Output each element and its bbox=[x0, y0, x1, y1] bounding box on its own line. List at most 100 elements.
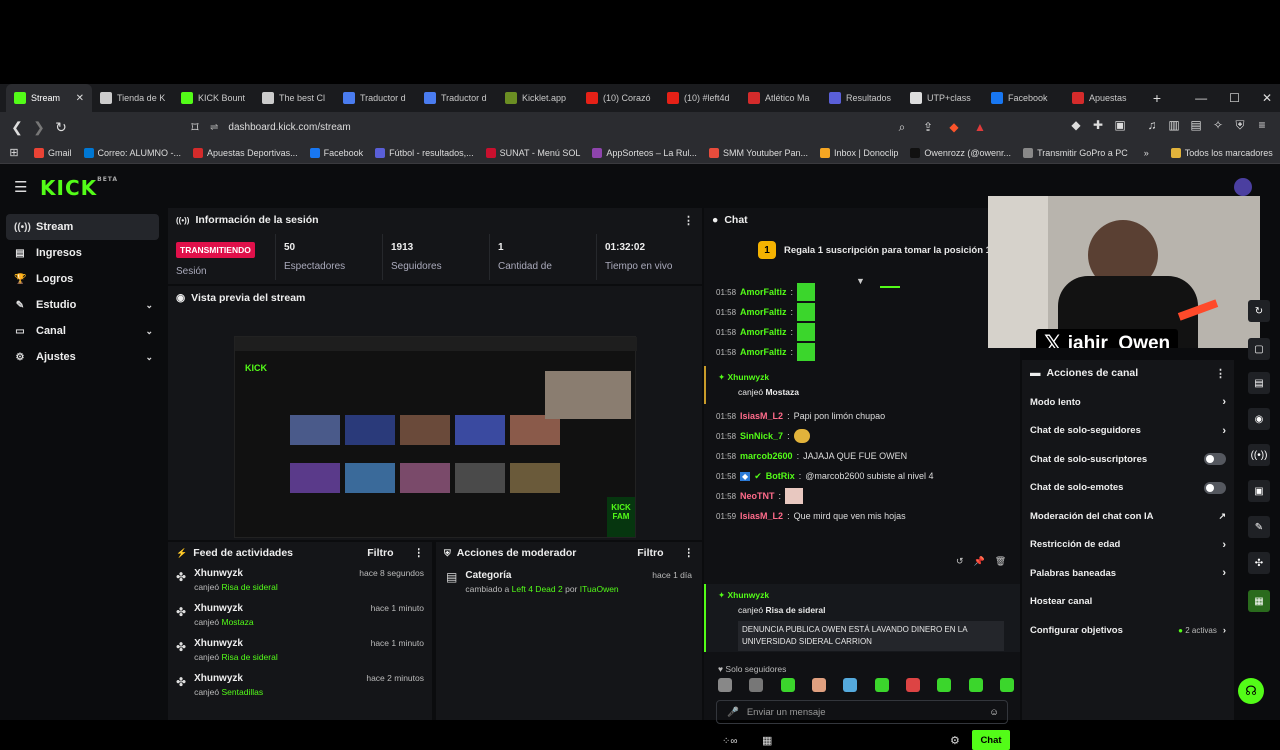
mod-filter-button[interactable]: Filtro bbox=[637, 547, 663, 559]
browser-tab[interactable]: The best Cl bbox=[254, 84, 335, 112]
channel-action-item[interactable]: Chat de solo-emotes bbox=[1022, 474, 1234, 503]
chat-username[interactable]: IsiasM_L2 bbox=[740, 411, 783, 421]
browser-tab[interactable]: Facebook bbox=[983, 84, 1064, 112]
external-link-icon[interactable]: ↗ bbox=[1218, 511, 1226, 522]
feed-user[interactable]: Xhunwyzk bbox=[194, 638, 278, 649]
chat-username[interactable]: AmorFaltiz bbox=[740, 347, 787, 357]
chat-username[interactable]: AmorFaltiz bbox=[740, 287, 787, 297]
chat-username[interactable]: NeoTNT bbox=[740, 491, 775, 501]
chevron-right-icon[interactable]: › bbox=[1223, 625, 1226, 636]
bookmark-item[interactable]: AppSorteos – La Rul... bbox=[586, 147, 703, 158]
browser-tab[interactable]: Kicklet.app bbox=[497, 84, 578, 112]
mic-icon[interactable]: 🎤 bbox=[727, 707, 739, 718]
chevron-down-icon[interactable]: ⌄ bbox=[145, 300, 153, 311]
mod-options-icon[interactable]: ⋮ bbox=[684, 547, 695, 559]
feed-user[interactable]: Xhunwyzk bbox=[194, 568, 278, 579]
emote-icon[interactable] bbox=[905, 678, 920, 692]
stream-preview-video[interactable]: KICK KICK FAM bbox=[234, 336, 637, 538]
zoom-icon[interactable]: ⌕ bbox=[892, 120, 912, 135]
channel-action-item[interactable]: Restricción de edad › bbox=[1022, 531, 1234, 560]
podcast-icon[interactable]: ((•)) bbox=[1248, 444, 1270, 466]
refresh-icon[interactable]: ↻ bbox=[1248, 300, 1270, 322]
forward-icon[interactable]: ❯ bbox=[28, 119, 50, 136]
channel-action-item[interactable]: Modo lento › bbox=[1022, 388, 1234, 417]
emote-icon[interactable] bbox=[811, 678, 826, 692]
emoji-icon[interactable]: ☺ bbox=[989, 707, 999, 718]
sidebar-item-stream[interactable]: ((•)) Stream bbox=[6, 214, 159, 240]
channel-action-item[interactable]: Chat de solo-suscriptores bbox=[1022, 445, 1234, 474]
bookmark-item[interactable]: Facebook bbox=[304, 147, 370, 158]
feed-user[interactable]: Xhunwyzk bbox=[194, 673, 263, 684]
viewers-icon[interactable]: ⁘∞ bbox=[722, 736, 738, 747]
channel-actions-options-icon[interactable]: ⋮ bbox=[1215, 367, 1226, 380]
mod-action-category[interactable]: Left 4 Dead 2 bbox=[512, 584, 563, 594]
close-window-icon[interactable]: ✕ bbox=[1262, 91, 1272, 105]
sidebar-icon[interactable]: ▥ bbox=[1164, 118, 1184, 133]
emote-icon[interactable] bbox=[937, 678, 952, 692]
extension-icon[interactable]: ◆ bbox=[1066, 118, 1086, 133]
chevron-right-icon[interactable]: › bbox=[1222, 567, 1226, 579]
mod-action-user[interactable]: ITuaOwen bbox=[580, 584, 619, 594]
browser-tab[interactable]: Stream ✕ bbox=[6, 84, 92, 112]
music-icon[interactable]: ♫ bbox=[1142, 118, 1162, 133]
chat-username[interactable]: AmorFaltiz bbox=[740, 307, 787, 317]
chat-settings-icon[interactable]: ⚙ bbox=[950, 734, 960, 747]
chevron-down-icon[interactable]: ⌄ bbox=[145, 352, 153, 363]
emote-icon[interactable] bbox=[718, 678, 732, 692]
channel-action-item[interactable]: Hostear canal bbox=[1022, 588, 1234, 617]
note-icon[interactable]: ▤ bbox=[1248, 372, 1270, 394]
emote-icon[interactable] bbox=[749, 678, 764, 692]
share-icon[interactable]: ⇪ bbox=[918, 120, 938, 135]
bookmark-item[interactable]: Apuestas Deportivas... bbox=[187, 147, 304, 158]
send-chat-button[interactable]: Chat bbox=[972, 730, 1010, 750]
brave-rewards-icon[interactable]: ▲ bbox=[970, 120, 990, 135]
browser-tab[interactable]: KICK Bount bbox=[173, 84, 254, 112]
browser-tab[interactable]: Resultados bbox=[821, 84, 902, 112]
settings-icon[interactable]: ✣ bbox=[1248, 552, 1270, 574]
sidebar-item-ingresos[interactable]: ▤ Ingresos bbox=[6, 240, 159, 266]
channel-action-item[interactable]: Chat de solo-seguidores › bbox=[1022, 417, 1234, 446]
bookmark-item[interactable]: Inbox | Donoclip bbox=[814, 147, 904, 158]
avatar[interactable] bbox=[1234, 178, 1252, 196]
puzzle-icon[interactable]: ✚ bbox=[1088, 118, 1108, 133]
bookmark-icon[interactable]: ⌑ bbox=[184, 119, 206, 136]
browser-tab[interactable]: Traductor d bbox=[335, 84, 416, 112]
chat-username[interactable]: SinNick_7 bbox=[740, 431, 783, 441]
browser-tab[interactable]: Traductor d bbox=[416, 84, 497, 112]
emote-icon[interactable] bbox=[968, 678, 983, 692]
feed-user[interactable]: Xhunwyzk bbox=[194, 603, 254, 614]
pin-icon[interactable]: 📌 bbox=[974, 556, 985, 567]
channel-action-item[interactable]: Configurar objetivos ● 2 activas › bbox=[1022, 616, 1234, 645]
maximize-icon[interactable]: ☐ bbox=[1229, 91, 1240, 105]
browser-tab[interactable]: (10) #left4d bbox=[659, 84, 740, 112]
feed-filter-button[interactable]: Filtro bbox=[367, 547, 393, 559]
redeem-user[interactable]: Xhunwyzk bbox=[728, 372, 770, 382]
chat-username[interactable]: IsiasM_L2 bbox=[740, 511, 783, 521]
site-info-icon[interactable]: ⇌ bbox=[210, 122, 218, 133]
store-icon[interactable]: ▦ bbox=[762, 734, 772, 747]
tab-icon[interactable]: ▣ bbox=[1110, 118, 1130, 133]
bookmark-item[interactable]: SUNAT - Menú SOL bbox=[480, 147, 587, 158]
toggle-switch[interactable] bbox=[1204, 453, 1226, 466]
feed-options-icon[interactable]: ⋮ bbox=[414, 547, 425, 559]
session-options-icon[interactable]: ⋮ bbox=[683, 214, 694, 227]
minimize-icon[interactable]: — bbox=[1195, 91, 1207, 105]
chevron-right-icon[interactable]: › bbox=[1222, 425, 1226, 437]
emote-icon[interactable] bbox=[874, 678, 889, 692]
chat-bubble-icon[interactable]: ▢ bbox=[1248, 338, 1270, 360]
screen-icon[interactable]: ▣ bbox=[1248, 480, 1270, 502]
sidebar-item-estudio[interactable]: ✎ Estudio ⌄ bbox=[6, 292, 159, 318]
browser-tab[interactable]: UTP+class bbox=[902, 84, 983, 112]
chat-input[interactable]: 🎤 Enviar un mensaje ☺ bbox=[716, 700, 1008, 724]
tab-close-icon[interactable]: ✕ bbox=[76, 93, 84, 104]
redeem-user[interactable]: Xhunwyzk bbox=[728, 590, 770, 600]
sidebar-item-logros[interactable]: 🏆 Logros bbox=[6, 266, 159, 292]
emote-icon[interactable] bbox=[999, 678, 1014, 692]
bookmark-item[interactable]: Correo: ALUMNO -... bbox=[78, 147, 188, 158]
emote-icon[interactable] bbox=[843, 678, 858, 692]
hamburger-menu-icon[interactable]: ☰ bbox=[14, 178, 27, 196]
sidebar-item-ajustes[interactable]: ⚙ Ajustes ⌄ bbox=[6, 344, 159, 370]
chat-username[interactable]: marcob2600 bbox=[740, 451, 793, 461]
delete-icon[interactable]: 🗑 bbox=[995, 556, 1006, 567]
bookmark-item[interactable]: Transmitir GoPro a PC bbox=[1017, 147, 1134, 158]
